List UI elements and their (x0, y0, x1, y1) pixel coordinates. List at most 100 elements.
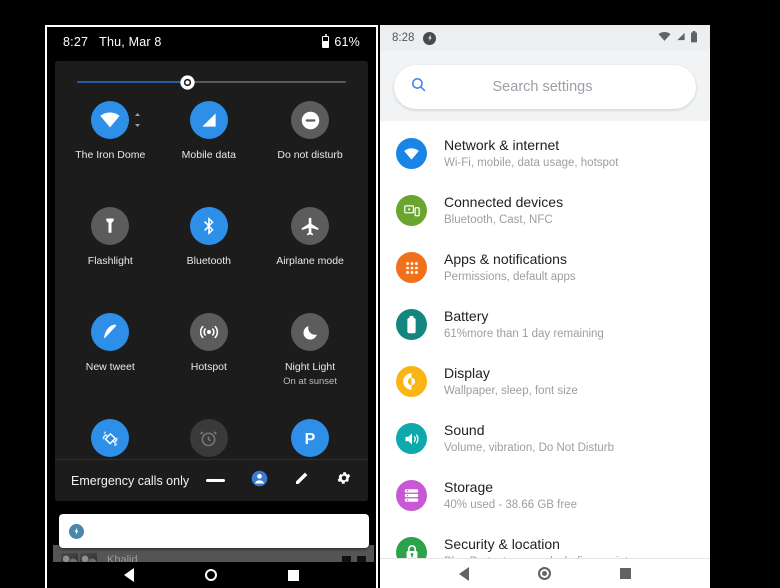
left-status-bar: 8:27 Thu, Mar 8 61% (47, 27, 376, 57)
home-icon[interactable] (537, 567, 551, 580)
recents-icon[interactable] (287, 569, 299, 581)
carrier-label: Emergency calls only (71, 473, 190, 488)
settings-row-subtitle: Wi-Fi, mobile, data usage, hotspot (444, 157, 619, 170)
qs-tile-new-tweet[interactable]: New tweet (61, 313, 160, 413)
settings-row-subtitle: 61%more than 1 day remaining (444, 328, 604, 341)
settings-row-title: Network & internet (444, 136, 560, 153)
settings-row-storage[interactable]: Storage 40% used - 38.66 GB free (380, 467, 710, 524)
settings-row-subtitle: Wallpaper, sleep, font size (444, 385, 578, 398)
settings-row-title: Display (444, 364, 490, 381)
qs-tile-mobile-data[interactable]: Mobile data (160, 101, 259, 201)
alarm-icon[interactable] (189, 419, 228, 457)
settings-row-text: Network & internet Wi-Fi, mobile, data u… (444, 136, 619, 171)
settings-row-network-internet[interactable]: Network & internet Wi-Fi, mobile, data u… (380, 125, 710, 182)
qs-tile-sublabel: On at sunset (283, 376, 337, 388)
right-status-bar: 8:28 (380, 25, 710, 51)
settings-gear-icon[interactable] (336, 470, 352, 491)
settings-row-title: Connected devices (444, 193, 564, 210)
recents-icon[interactable] (620, 568, 632, 579)
settings-row-apps-notifications[interactable]: Apps & notifications Permissions, defaul… (380, 239, 710, 296)
home-icon[interactable] (204, 569, 217, 581)
settings-row-subtitle: Permissions, default apps (444, 271, 576, 284)
rotate-icon[interactable] (91, 419, 130, 457)
moon-icon[interactable] (291, 313, 330, 351)
battery-percent: 61% (334, 35, 360, 49)
back-icon[interactable] (458, 566, 469, 581)
right-phone-settings: 8:28 Search settings Network & internet … (380, 25, 710, 588)
chevron-down-icon[interactable] (133, 112, 142, 128)
search-input[interactable]: Search settings (427, 79, 680, 95)
settings-row-text: Sound Volume, vibration, Do Not Disturb (444, 421, 614, 456)
qs-tile-night-light[interactable]: Night Light On at sunset (258, 313, 362, 413)
qs-tile-label: The Iron Dome (75, 149, 146, 161)
search-settings-bar[interactable]: Search settings (394, 65, 696, 109)
footer-icons (206, 470, 352, 492)
quick-settings-tiles: The Iron Dome Mobile data Do not disturb (55, 87, 368, 501)
brightness-slider[interactable] (77, 74, 346, 90)
qs-tile-label: Do not disturb (277, 149, 343, 161)
settings-row-text: Display Wallpaper, sleep, font size (444, 364, 578, 399)
qs-tile-bluetooth[interactable]: Bluetooth (160, 207, 259, 307)
wifi-icon[interactable] (91, 101, 141, 139)
battery-icon (690, 30, 698, 46)
quick-settings-panel: The Iron Dome Mobile data Do not disturb (55, 61, 368, 501)
settings-row-sound[interactable]: Sound Volume, vibration, Do Not Disturb (380, 410, 710, 467)
qs-tile-flashlight[interactable]: Flashlight (61, 207, 160, 307)
status-date: Thu, Mar 8 (99, 35, 162, 49)
status-right-cluster: 61% (322, 34, 360, 49)
apps-grid-icon (396, 252, 427, 283)
battery-icon (396, 309, 427, 340)
qs-tile-label: New tweet (85, 361, 135, 373)
edit-pencil-icon[interactable] (294, 470, 310, 491)
settings-row-text: Apps & notifications Permissions, defaul… (444, 250, 576, 285)
settings-row-connected-devices[interactable]: Connected devices Bluetooth, Cast, NFC (380, 182, 710, 239)
qs-tile-do-not-disturb[interactable]: Do not disturb (258, 101, 362, 201)
qs-tile-label: Bluetooth (186, 255, 232, 267)
qs-tile-airplane-mode[interactable]: Airplane mode (258, 207, 362, 307)
qs-tile-label: Mobile data (181, 149, 236, 161)
qs-tile-wifi[interactable]: The Iron Dome (61, 101, 160, 201)
sun-icon[interactable] (178, 73, 197, 92)
settings-row-subtitle: 40% used - 38.66 GB free (444, 499, 577, 512)
status-time: 8:28 (392, 32, 415, 44)
settings-row-battery[interactable]: Battery 61%more than 1 day remaining (380, 296, 710, 353)
settings-row-title: Security & location (444, 535, 560, 552)
status-time: 8:27 (63, 35, 89, 49)
svg-text:P: P (305, 431, 316, 448)
collapse-handle[interactable] (206, 479, 225, 482)
storage-icon (396, 480, 427, 511)
flashlight-icon[interactable] (91, 207, 130, 245)
bluetooth-icon[interactable] (189, 207, 228, 245)
app-circle-icon (423, 31, 437, 45)
settings-row-text: Connected devices Bluetooth, Cast, NFC (444, 193, 563, 228)
user-avatar-icon[interactable] (251, 470, 268, 492)
back-icon[interactable] (124, 568, 135, 582)
qs-tile-label: Hotspot (190, 361, 227, 373)
app-circle-icon (69, 523, 84, 539)
beta-p-icon[interactable]: P (291, 419, 330, 457)
battery-icon (322, 34, 330, 48)
connected-devices-icon (396, 195, 427, 226)
left-navigation-bar (47, 562, 376, 588)
airplane-icon[interactable] (291, 207, 330, 245)
settings-row-title: Battery (444, 307, 489, 324)
signal-icon (675, 31, 686, 45)
quick-settings-footer: Emergency calls only (55, 459, 368, 501)
left-phone-quick-settings: 8:27 Thu, Mar 8 61% The Iron Dome Mobile… (45, 25, 378, 588)
signal-icon[interactable] (189, 101, 228, 139)
settings-row-display[interactable]: Display Wallpaper, sleep, font size (380, 353, 710, 410)
settings-row-title: Apps & notifications (444, 250, 567, 267)
feather-icon[interactable] (91, 313, 130, 351)
wifi-icon (658, 31, 671, 45)
right-navigation-bar (380, 558, 710, 588)
notification-card[interactable] (59, 514, 369, 548)
hotspot-icon[interactable] (189, 313, 228, 351)
qs-tile-hotspot[interactable]: Hotspot (160, 313, 259, 413)
volume-icon (396, 423, 427, 454)
qs-tile-label: Airplane mode (276, 255, 344, 267)
settings-row-subtitle: Bluetooth, Cast, NFC (444, 214, 553, 227)
settings-row-title: Sound (444, 421, 485, 438)
wifi-icon (396, 138, 427, 169)
do-not-disturb-icon[interactable] (291, 101, 330, 139)
settings-row-text: Battery 61%more than 1 day remaining (444, 307, 604, 342)
